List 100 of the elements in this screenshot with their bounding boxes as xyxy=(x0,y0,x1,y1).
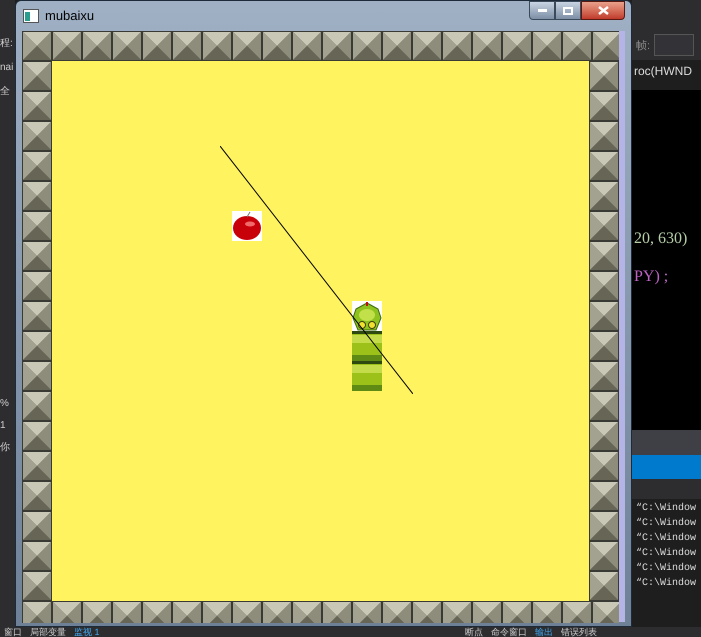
stud-tile xyxy=(352,601,382,623)
maximize-icon xyxy=(563,6,573,14)
stud-tile xyxy=(472,31,502,61)
panel-tab[interactable]: 监视 1 xyxy=(70,627,104,637)
stud-tile xyxy=(589,121,620,151)
stud-tile xyxy=(22,31,52,61)
snake-body-segment xyxy=(352,331,382,361)
panel-tab[interactable]: 输出 xyxy=(531,627,557,637)
stud-tile xyxy=(589,91,620,121)
stud-tile xyxy=(22,601,52,623)
output-line: “C:\Window xyxy=(635,532,698,546)
stud-tile xyxy=(262,31,292,61)
stud-tile xyxy=(382,31,412,61)
code-text: roc(HWND xyxy=(634,63,693,80)
stud-tile xyxy=(22,151,52,181)
panel-tab[interactable]: 命令窗口 xyxy=(487,627,531,637)
panel-tab[interactable]: 断点 xyxy=(461,627,487,637)
ide-label: % xyxy=(0,398,10,410)
minimize-button[interactable] xyxy=(529,1,555,20)
stud-tile xyxy=(589,421,620,451)
output-line: “C:\Window xyxy=(635,576,698,591)
stud-tile xyxy=(142,601,172,623)
stud-tile xyxy=(22,481,52,511)
stud-tile xyxy=(172,31,202,61)
code-text: 20, 630) xyxy=(634,230,688,248)
maximize-button[interactable] xyxy=(555,1,581,20)
stud-tile xyxy=(82,601,112,623)
stud-tile xyxy=(22,271,52,301)
stud-tile xyxy=(292,601,322,623)
stud-tile xyxy=(589,331,620,361)
code-text: PY) ; xyxy=(634,268,670,286)
stud-tile xyxy=(52,31,82,61)
panel-tab[interactable]: 错误列表 xyxy=(557,627,601,637)
panel-divider-bar xyxy=(632,430,701,455)
output-line: “C:\Window xyxy=(635,502,698,516)
stud-tile xyxy=(22,301,52,331)
stud-tile xyxy=(502,601,532,623)
apple xyxy=(232,211,262,241)
stud-tile xyxy=(589,481,620,511)
stud-tile xyxy=(502,31,532,61)
stud-tile xyxy=(412,31,442,61)
snake-head xyxy=(352,301,382,331)
stud-tile xyxy=(292,31,322,61)
stud-tile xyxy=(112,31,142,61)
ide-label: 1 xyxy=(0,420,7,432)
ide-label: 你 xyxy=(0,442,11,454)
stud-tile xyxy=(562,601,592,623)
stud-tile xyxy=(22,121,52,151)
stud-tile xyxy=(382,601,412,623)
stud-tile xyxy=(589,211,620,241)
stud-tile xyxy=(322,601,352,623)
ide-label: 帧: xyxy=(636,39,650,54)
stud-tile xyxy=(22,451,52,481)
stud-tile xyxy=(22,421,52,451)
stud-tile xyxy=(532,601,562,623)
stud-tile xyxy=(589,451,620,481)
stud-tile xyxy=(589,181,620,211)
minimize-icon xyxy=(538,9,546,12)
output-line: “C:\Window xyxy=(635,516,698,531)
panel-tab[interactable]: 局部变量 xyxy=(26,627,70,637)
close-icon xyxy=(598,6,608,15)
stud-tile xyxy=(22,331,52,361)
stud-tile xyxy=(22,571,52,601)
stud-tile xyxy=(589,571,620,601)
ide-label: 全 xyxy=(0,86,11,98)
stud-tile xyxy=(22,541,52,571)
stud-tile xyxy=(22,241,52,271)
stud-tile xyxy=(232,31,262,61)
stud-tile xyxy=(589,541,620,571)
output-header xyxy=(632,455,701,479)
stud-tile xyxy=(589,61,620,91)
stud-tile xyxy=(202,601,232,623)
stud-tile xyxy=(589,361,620,391)
stud-tile xyxy=(52,601,82,623)
stud-tile xyxy=(262,601,292,623)
stud-tile xyxy=(589,271,620,301)
stud-tile xyxy=(82,31,112,61)
stud-tile xyxy=(589,241,620,271)
stud-tile xyxy=(22,61,52,91)
stud-tile xyxy=(142,31,172,61)
stud-tile xyxy=(22,391,52,421)
stud-tile xyxy=(22,361,52,391)
stud-tile xyxy=(22,91,52,121)
close-button[interactable] xyxy=(581,1,625,20)
stud-tile xyxy=(589,511,620,541)
stud-tile xyxy=(232,601,262,623)
stud-tile xyxy=(589,391,620,421)
output-line: “C:\Window xyxy=(635,546,698,561)
stud-tile xyxy=(589,301,620,331)
stud-tile xyxy=(22,211,52,241)
stud-tile xyxy=(322,31,352,61)
output-line: “C:\Window xyxy=(635,562,698,576)
stud-tile xyxy=(589,151,620,181)
ide-label: nai xyxy=(0,62,14,74)
app-icon xyxy=(23,9,39,23)
frame-field[interactable] xyxy=(654,34,694,56)
stud-tile xyxy=(592,31,620,61)
snake-body-segment xyxy=(352,361,382,391)
panel-tab[interactable]: 窗口 xyxy=(0,627,26,637)
stud-tile xyxy=(22,181,52,211)
